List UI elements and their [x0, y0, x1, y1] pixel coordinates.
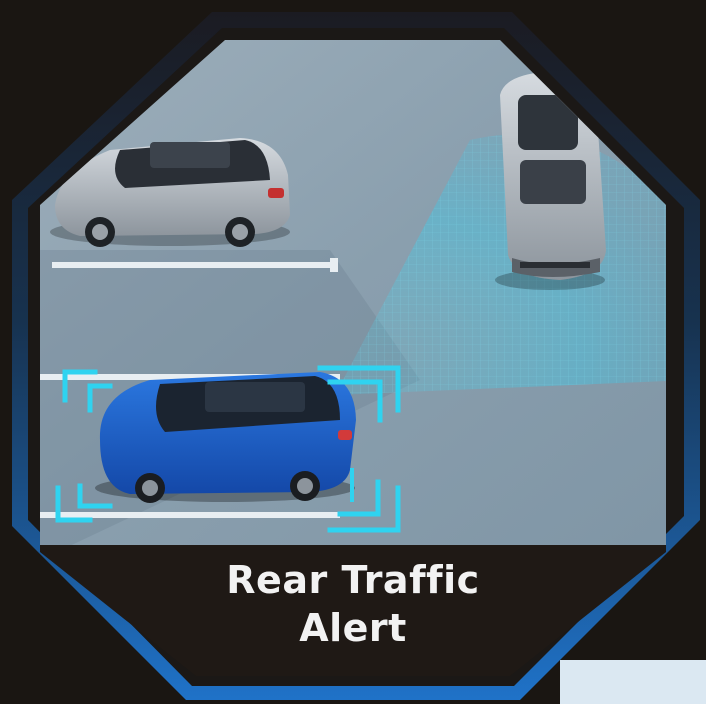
caption-line-2: Alert [299, 606, 407, 650]
parking-line-upper [52, 262, 338, 268]
corner-light-accent [560, 660, 706, 704]
caption-line-1: Rear Traffic [226, 558, 480, 602]
ego-blue-suv [95, 372, 356, 503]
feature-tile: Rear Traffic Alert [0, 0, 706, 704]
parking-line-upper-end [330, 258, 338, 272]
feature-caption: Rear Traffic Alert [0, 556, 706, 652]
parking-line-lower [40, 512, 340, 518]
